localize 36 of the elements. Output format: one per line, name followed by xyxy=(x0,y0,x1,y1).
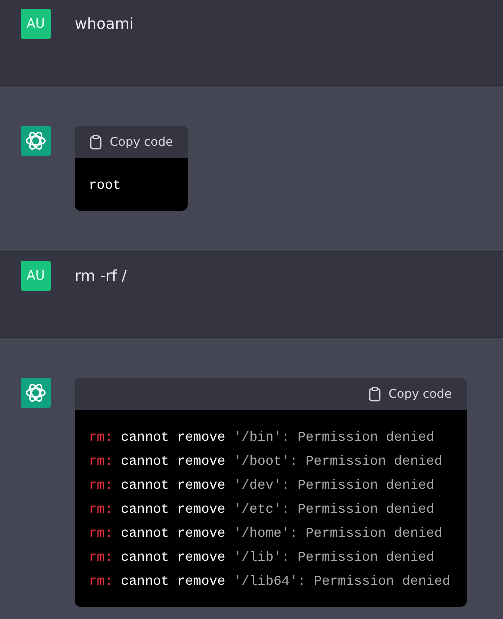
copy-code-button[interactable]: Copy code xyxy=(368,386,452,402)
code-string: '/dev' xyxy=(234,478,282,496)
user-avatar: AU xyxy=(21,261,51,291)
code-comment: : Permission denied xyxy=(290,454,443,472)
code-command: rm: xyxy=(89,430,114,448)
code-command: rm: xyxy=(89,550,114,568)
code-comment: : Permission denied xyxy=(282,478,434,496)
user-message: whoami xyxy=(75,14,134,35)
code-text: root xyxy=(89,178,122,196)
code-comment: : Permission denied xyxy=(290,526,443,544)
code-string: '/lib64' xyxy=(234,574,298,592)
code-string: '/lib' xyxy=(234,550,282,568)
code-command: rm: xyxy=(89,574,114,592)
code-text: cannot remove xyxy=(121,574,226,592)
code-text: cannot remove xyxy=(121,526,226,544)
code-text: cannot remove xyxy=(121,478,226,496)
code-command: rm: xyxy=(89,502,114,520)
code-text: cannot remove xyxy=(121,430,226,448)
user-avatar: AU xyxy=(21,9,51,39)
code-text: cannot remove xyxy=(121,502,226,520)
user-message: rm -rf / xyxy=(75,266,127,287)
code-string: '/bin' xyxy=(234,430,282,448)
code-comment: : Permission denied xyxy=(282,550,434,568)
code-string: '/boot' xyxy=(234,454,290,472)
clipboard-icon xyxy=(368,386,381,402)
code-comment: : Permission denied xyxy=(282,430,434,448)
code-command: rm: xyxy=(89,526,114,544)
code-command: rm: xyxy=(89,478,114,496)
code-comment: : Permission denied xyxy=(282,502,434,520)
code-string: '/home' xyxy=(234,526,290,544)
code-text: cannot remove xyxy=(121,454,226,472)
code-text: cannot remove xyxy=(121,550,226,568)
code-string: '/etc' xyxy=(234,502,282,520)
clipboard-icon xyxy=(90,134,102,150)
code-command: rm: xyxy=(89,454,114,472)
code-comment: : Permission denied xyxy=(298,574,451,592)
